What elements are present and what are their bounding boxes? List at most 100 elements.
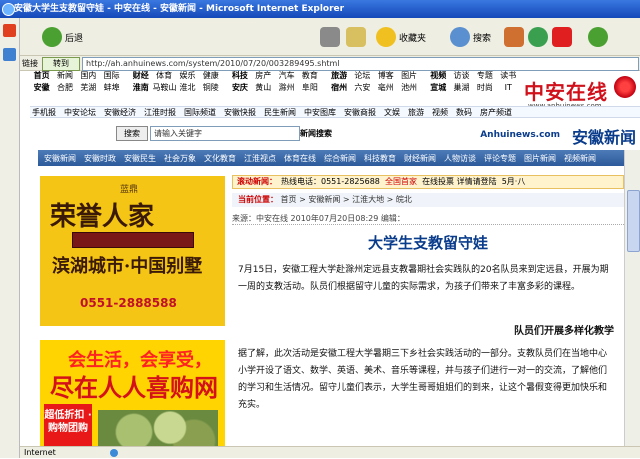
vertical-scrollbar[interactable] [624, 150, 640, 446]
channel-link[interactable]: 娱乐 [176, 70, 199, 82]
channel-link[interactable]: 宣城 [427, 82, 450, 94]
status-zone: Internet [24, 448, 56, 457]
channel-link[interactable]: 亳州 [374, 82, 397, 94]
channel-link[interactable]: 房产 [252, 70, 275, 82]
channel-link[interactable]: 宿州 [327, 82, 350, 94]
channel-link[interactable]: 黄山 [252, 82, 275, 94]
mainnav-tab[interactable]: 体育在线 [284, 153, 316, 164]
refresh-icon [528, 27, 548, 47]
mail-button[interactable] [346, 24, 366, 50]
subnav-link[interactable]: 房产频道 [478, 107, 514, 117]
news-search-button[interactable]: 搜索 [116, 126, 148, 141]
mainnav-tab[interactable]: 财经新闻 [404, 153, 436, 164]
mainnav-tab[interactable]: 人物访谈 [444, 153, 476, 164]
subnav-link[interactable]: 文娱 [382, 107, 402, 117]
mainnav-tab[interactable]: 评论专题 [484, 153, 516, 164]
subnav-link[interactable]: 中安论坛 [62, 107, 98, 117]
channel-link[interactable]: 访谈 [450, 70, 473, 82]
sub-navigation: 手机报 中安论坛 安徽经济 江淮时报 国际频道 安徽快报 民生新闻 中安图库 安徽商报 文娱 旅游视… [30, 106, 640, 118]
subnav-link[interactable]: 手机报 [30, 107, 58, 117]
channel-link[interactable]: 教育 [298, 70, 321, 82]
mainnav-tab[interactable]: 科技教育 [364, 153, 396, 164]
back-button[interactable]: 后退 [42, 24, 83, 50]
channel-link[interactable]: 旅游 [327, 70, 350, 82]
mainnav-tab[interactable]: 安徽时政 [84, 153, 116, 164]
subnav-link[interactable]: 民生新闻 [262, 107, 298, 117]
channel-link[interactable]: 健康 [199, 70, 222, 82]
browser-toolbar: 后退 收藏夹 搜索 [20, 18, 640, 56]
article-paragraph: 据了解，此次活动是安徽工程大学暑期三下乡社会实践活动的一部分。支教队员们在当地中… [238, 349, 608, 410]
mainnav-tab[interactable]: 文化教育 [204, 153, 236, 164]
go-button[interactable]: 转到 [42, 57, 80, 71]
subnav-link[interactable]: 旅游 [406, 107, 426, 117]
breadcrumb-path[interactable]: 首页 > 安徽新闻 > 江淮大地 > 皖北 [281, 195, 412, 204]
channel-link[interactable]: 图片 [397, 70, 420, 82]
channel-link[interactable]: 科技 [228, 70, 251, 82]
channel-link[interactable]: 淮北 [176, 82, 199, 94]
channel-link[interactable]: 安徽 [30, 82, 53, 94]
subnav-link[interactable]: 中安图库 [302, 107, 338, 117]
mainnav-tab[interactable]: 图片新闻 [524, 153, 556, 164]
subnav-link[interactable]: 安徽经济 [102, 107, 138, 117]
channel-link[interactable]: 马鞍山 [152, 82, 175, 94]
print-button[interactable] [320, 24, 340, 50]
left-strip [0, 18, 20, 458]
favorites-button[interactable]: 收藏夹 [376, 24, 426, 50]
subnav-link[interactable]: 安徽商报 [342, 107, 378, 117]
channel-link[interactable]: 读书 [497, 70, 520, 82]
channel-link[interactable]: 芜湖 [77, 82, 100, 94]
home-button[interactable] [504, 24, 524, 50]
search-button[interactable]: 搜索 [450, 24, 491, 50]
stop-button[interactable] [552, 24, 572, 50]
real-estate-ad[interactable]: 蓝鼎 荣誉人家 滨湖城市·中国别墅 0551-2888588 [40, 176, 225, 326]
channel-link[interactable]: 铜陵 [199, 82, 222, 94]
subnav-link[interactable]: 视频 [430, 107, 450, 117]
channel-link[interactable]: 体育 [152, 70, 175, 82]
subnav-link[interactable]: 安徽快报 [222, 107, 258, 117]
channel-link[interactable]: 首页 [30, 70, 53, 82]
mainnav-tab[interactable]: 综合新闻 [324, 153, 356, 164]
subnav-link[interactable]: 江淮时报 [142, 107, 178, 117]
mainnav-tab[interactable]: 安徽民生 [124, 153, 156, 164]
mainnav-tab[interactable]: 江淮视点 [244, 153, 276, 164]
channel-link[interactable]: 蚌埠 [100, 82, 123, 94]
mainnav-tab[interactable]: 安徽新闻 [44, 153, 76, 164]
app-icon[interactable] [3, 48, 16, 61]
channel-link[interactable]: 国内 [77, 70, 100, 82]
channel-link[interactable]: 汽车 [275, 70, 298, 82]
channel-link[interactable]: 阜阳 [298, 82, 321, 94]
mainnav-tab[interactable]: 社会万象 [164, 153, 196, 164]
address-input[interactable]: http://ah.anhuinews.com/system/2010/07/2… [82, 57, 639, 71]
scrollbar-thumb[interactable] [627, 190, 640, 252]
channel-link[interactable]: 巢湖 [450, 82, 473, 94]
refresh-button[interactable] [528, 24, 548, 50]
forward-button[interactable] [588, 24, 608, 50]
channel-link[interactable]: 合肥 [53, 82, 76, 94]
banner-item[interactable]: 在线投票 详情请登陆 [422, 176, 497, 188]
mainnav-tab[interactable]: 视频新闻 [564, 153, 596, 164]
brand-title: 安徽新闻 [571, 128, 636, 147]
banner-item[interactable]: 5月·八 [502, 176, 526, 188]
news-search-input[interactable]: 请输入关键字 [150, 126, 300, 141]
channel-link[interactable]: 淮南 [129, 82, 152, 94]
channel-link[interactable]: 安庆 [228, 82, 251, 94]
channel-link[interactable]: 六安 [351, 82, 374, 94]
channel-link[interactable]: 时尚 [473, 82, 496, 94]
channel-link[interactable]: 财经 [129, 70, 152, 82]
banner-item[interactable]: 热线电话：0551-2825688 [281, 176, 380, 188]
channel-link[interactable]: 滁州 [275, 82, 298, 94]
subnav-link[interactable]: 国际频道 [182, 107, 218, 117]
channel-link[interactable]: 论坛 [351, 70, 374, 82]
channel-link[interactable]: 新闻 [53, 70, 76, 82]
channel-link[interactable]: 视频 [427, 70, 450, 82]
channel-link[interactable]: IT [497, 82, 520, 94]
start-icon[interactable] [3, 24, 16, 37]
channel-link[interactable]: 国际 [100, 70, 123, 82]
subnav-link[interactable]: 数码 [454, 107, 474, 117]
banner-item[interactable]: 全国首家 [385, 176, 417, 188]
channel-link[interactable]: 专题 [473, 70, 496, 82]
channel-link[interactable]: 池州 [397, 82, 420, 94]
shopping-ad[interactable]: 会生活，会享受， 尽在人人喜购网 超低折扣 · 购物团购 [40, 340, 225, 458]
channel-link[interactable]: 博客 [374, 70, 397, 82]
scrolling-news-banner[interactable]: 滚动新闻： 热线电话：0551-2825688 全国首家 在线投票 详情请登陆 … [232, 175, 624, 189]
